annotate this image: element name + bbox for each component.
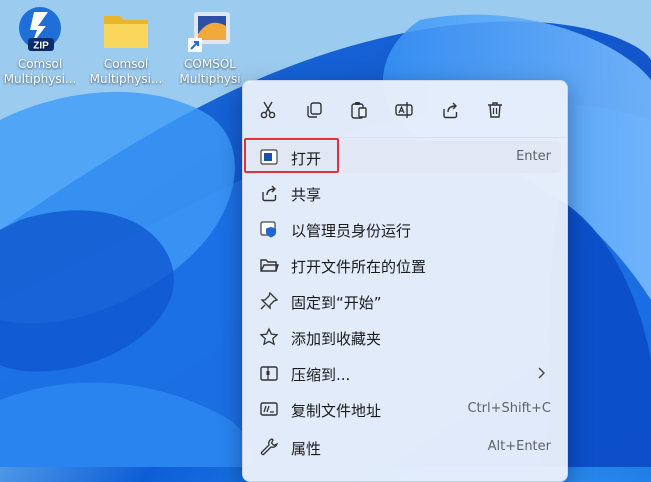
- paste-icon: [351, 102, 367, 119]
- desktop-icon-comsol-folder[interactable]: Comsol Multiphysi...: [84, 4, 168, 87]
- zip-archive-icon: ZIP: [14, 4, 66, 56]
- menu-item-copy-path[interactable]: 复制文件地址 Ctrl+Shift+C: [247, 393, 561, 425]
- folder-open-icon: [259, 255, 279, 275]
- wrench-icon: [259, 437, 279, 457]
- menu-item-properties[interactable]: 属性 Alt+Enter: [247, 431, 561, 463]
- menu-item-open-file-location[interactable]: 打开文件所在的位置: [247, 249, 561, 281]
- compress-icon: [259, 363, 279, 383]
- copy-icon: [307, 102, 322, 118]
- copy-path-icon: [259, 399, 279, 419]
- menu-item-shortcut: Alt+Enter: [487, 439, 551, 454]
- desktop-icon-label-line1: COMSOL: [184, 57, 236, 71]
- desktop-icon-label-line2: Multiphysi...: [3, 72, 77, 86]
- folder-icon: [100, 4, 152, 56]
- menu-item-label: 属性: [291, 440, 322, 458]
- menu-item-shortcut: Ctrl+Shift+C: [467, 401, 551, 416]
- desktop-icon-label-line1: Comsol: [17, 57, 63, 71]
- menu-item-label: 压缩到...: [291, 366, 351, 384]
- star-icon: [259, 327, 279, 347]
- menu-item-compress-to[interactable]: 压缩到...: [247, 357, 561, 389]
- cut-icon: [260, 101, 276, 119]
- menu-item-label: 以管理员身份运行: [291, 222, 412, 240]
- delete-icon: [488, 102, 502, 118]
- share-icon: [443, 102, 458, 119]
- desktop-icon-label-line1: Comsol: [103, 57, 149, 71]
- desktop-icon-comsol-zip[interactable]: ZIP Comsol Multiphysi...: [0, 4, 82, 87]
- chevron-right-icon: [535, 363, 549, 383]
- menu-item-label: 打开文件所在的位置: [291, 258, 427, 276]
- desktop-icon-label-line2: Multiphysi...: [89, 72, 163, 86]
- rename-button[interactable]: [389, 95, 419, 125]
- zip-badge: ZIP: [33, 41, 49, 52]
- share-icon: [259, 183, 279, 203]
- delete-button[interactable]: [480, 95, 510, 125]
- menu-item-share[interactable]: 共享: [247, 177, 561, 209]
- menu-item-label: 复制文件地址: [291, 402, 382, 420]
- pin-icon: [259, 291, 279, 311]
- menu-item-label: 共享: [291, 186, 322, 204]
- menu-item-shortcut: Enter: [516, 149, 551, 164]
- menu-item-label: 添加到收藏夹: [291, 330, 382, 348]
- menu-item-pin-to-start[interactable]: 固定到“开始”: [247, 285, 561, 317]
- app-shortcut-icon: [184, 4, 236, 56]
- desktop-icon-comsol-shortcut[interactable]: COMSOL Multiphysi: [168, 4, 252, 87]
- share-button[interactable]: [435, 95, 465, 125]
- menu-item-run-as-admin[interactable]: 以管理员身份运行: [247, 213, 561, 245]
- copy-button[interactable]: [299, 95, 329, 125]
- rename-icon: [395, 102, 413, 118]
- cut-button[interactable]: [253, 95, 283, 125]
- admin-shield-icon: [259, 219, 279, 239]
- context-menu-toolbar: [243, 81, 567, 137]
- desktop-icon-label-line2: Multiphysi: [179, 72, 241, 86]
- paste-button[interactable]: [344, 95, 374, 125]
- highlight-annotation-box: [244, 138, 339, 173]
- menu-item-add-to-favorites[interactable]: 添加到收藏夹: [247, 321, 561, 353]
- menu-item-label: 固定到“开始”: [291, 294, 382, 312]
